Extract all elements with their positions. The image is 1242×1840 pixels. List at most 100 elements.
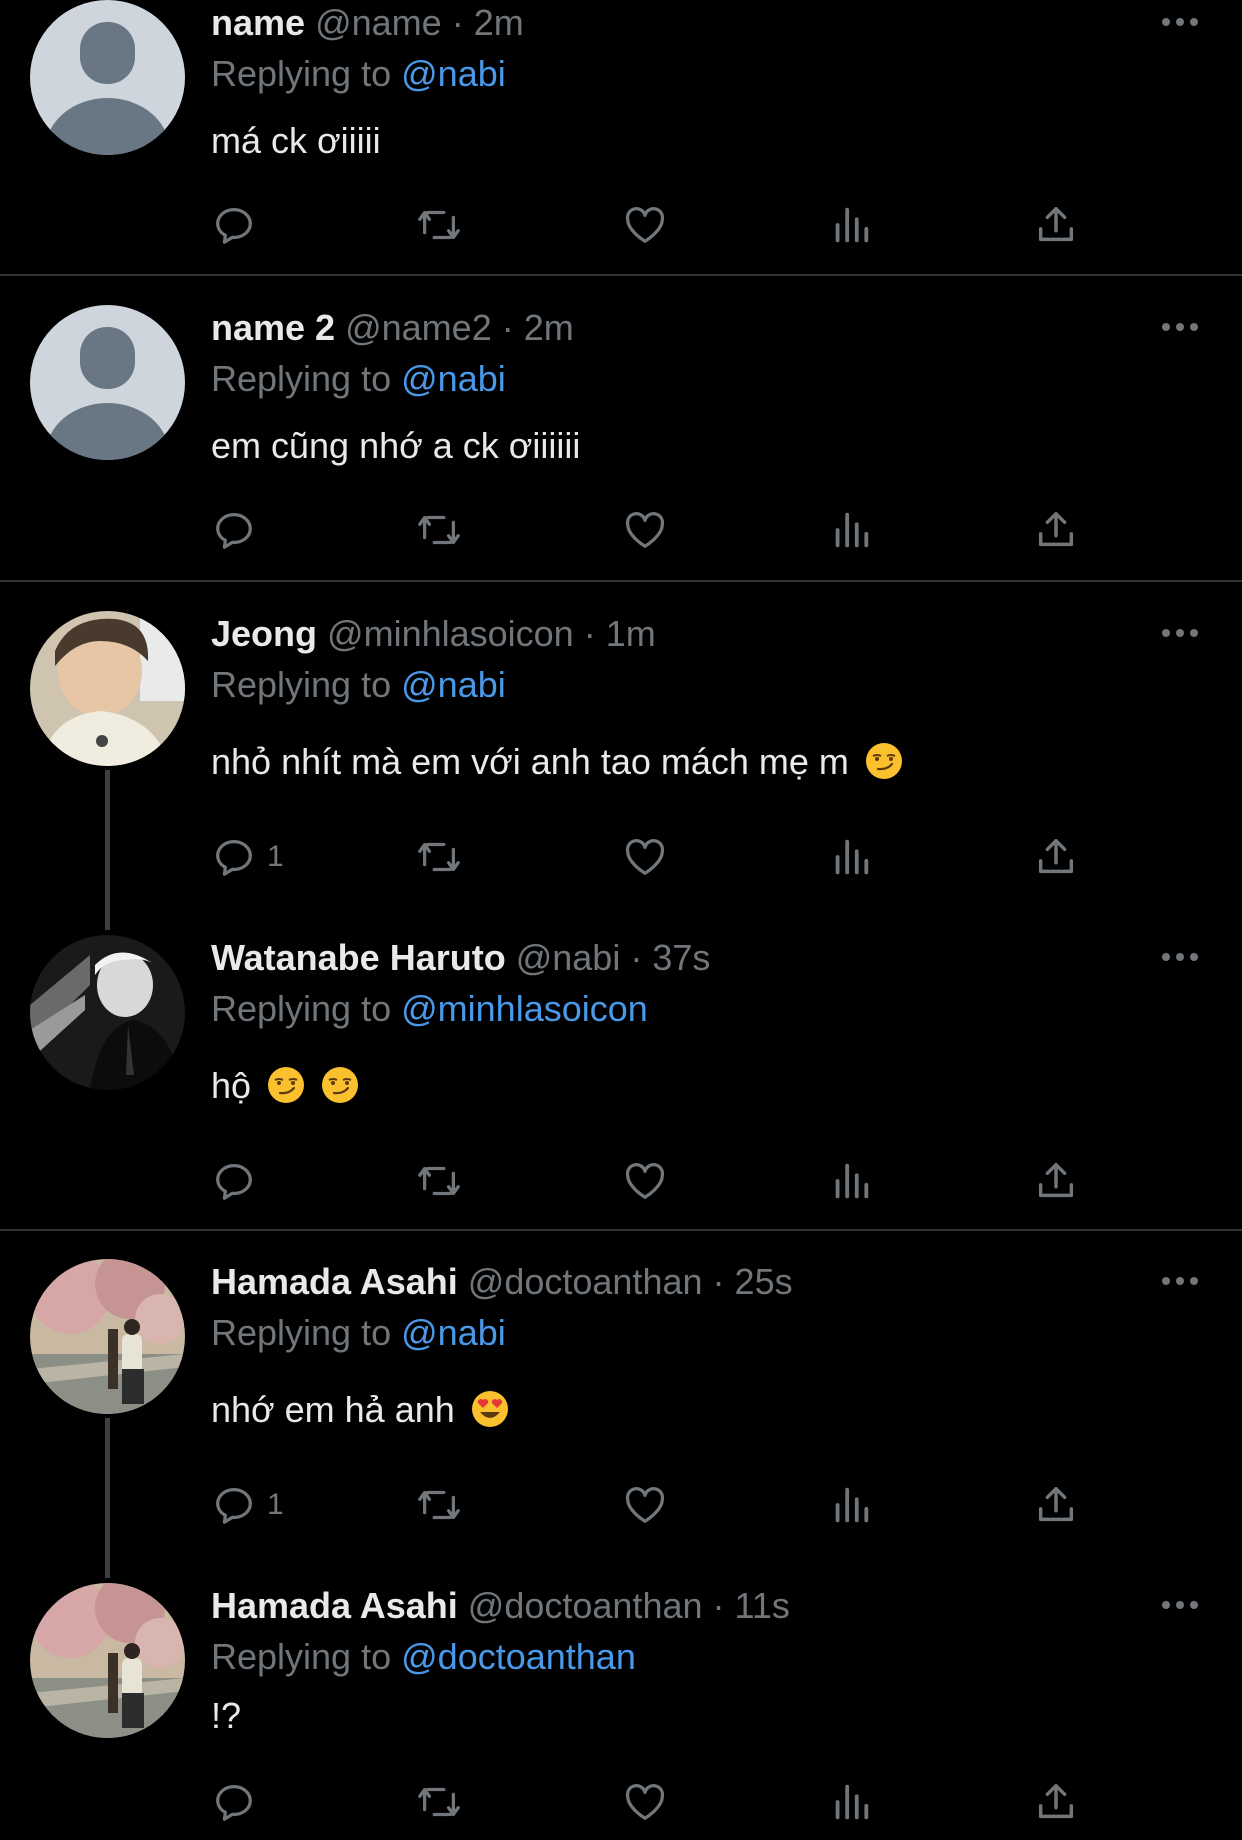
mention-link[interactable]: @nabi	[401, 358, 506, 399]
divider	[0, 580, 1242, 582]
display-name[interactable]: Jeong	[211, 613, 317, 654]
retweet-icon	[418, 842, 460, 872]
handle[interactable]: @name2	[345, 307, 492, 348]
retweet-button[interactable]	[416, 832, 462, 882]
like-button[interactable]	[622, 1777, 668, 1827]
share-button[interactable]	[1033, 1156, 1079, 1206]
retweet-button[interactable]	[416, 1480, 462, 1530]
retweet-button[interactable]	[416, 505, 462, 555]
tweet-text-content: nhớ em hả anh	[211, 1389, 455, 1430]
action-bar: 1	[211, 832, 1111, 882]
like-button[interactable]	[622, 1156, 668, 1206]
avatar[interactable]	[30, 1583, 185, 1738]
display-name[interactable]: Hamada Asahi	[211, 1585, 458, 1626]
more-icon[interactable]	[1160, 1599, 1200, 1611]
views-button[interactable]	[828, 1480, 874, 1530]
display-name[interactable]: Watanabe Haruto	[211, 937, 506, 978]
heart-eyes-emoji-icon	[471, 1391, 508, 1427]
share-button[interactable]	[1033, 200, 1079, 250]
display-name[interactable]: name 2	[211, 307, 335, 348]
tweet-text: nhớ em hả anh	[211, 1389, 509, 1431]
views-button[interactable]	[828, 505, 874, 555]
reply-icon	[216, 208, 252, 244]
separator: ·	[712, 1585, 725, 1626]
share-button[interactable]	[1033, 832, 1079, 882]
timestamp[interactable]: 11s	[735, 1585, 790, 1626]
tweet-text: nhỏ nhít mà em với anh tao mách mẹ m	[211, 741, 903, 783]
share-icon	[1038, 511, 1074, 547]
retweet-icon	[418, 1166, 460, 1196]
like-button[interactable]	[622, 505, 668, 555]
reply-button[interactable]: 1	[211, 1480, 284, 1530]
handle[interactable]: @minhlasoicon	[327, 613, 574, 654]
reply-button[interactable]	[211, 1777, 257, 1827]
retweet-button[interactable]	[416, 1156, 462, 1206]
handle[interactable]: @doctoanthan	[468, 1585, 703, 1626]
retweet-icon	[418, 1787, 460, 1817]
share-button[interactable]	[1033, 505, 1079, 555]
display-name[interactable]: name	[211, 2, 305, 43]
share-icon	[1038, 1162, 1074, 1198]
like-button[interactable]	[622, 200, 668, 250]
mention-link[interactable]: @minhlasoicon	[401, 988, 648, 1029]
user-photo	[30, 1583, 185, 1738]
more-icon[interactable]	[1160, 951, 1200, 963]
share-button[interactable]	[1033, 1777, 1079, 1827]
mention-link[interactable]: @doctoanthan	[401, 1636, 636, 1677]
action-bar: 1	[211, 1480, 1111, 1530]
separator: ·	[712, 1261, 725, 1302]
handle[interactable]: @nabi	[516, 937, 621, 978]
tweet-text-content: hộ	[211, 1065, 252, 1106]
avatar[interactable]	[30, 611, 185, 766]
handle[interactable]: @doctoanthan	[468, 1261, 703, 1302]
reply-button[interactable]: 1	[211, 832, 284, 882]
timestamp[interactable]: 2m	[474, 2, 524, 43]
more-icon[interactable]	[1160, 321, 1200, 333]
views-button[interactable]	[828, 832, 874, 882]
display-name[interactable]: Hamada Asahi	[211, 1261, 458, 1302]
timestamp[interactable]: 1m	[606, 613, 656, 654]
reply-count: 1	[267, 1488, 284, 1521]
mention-link[interactable]: @nabi	[401, 1312, 506, 1353]
views-button[interactable]	[828, 1777, 874, 1827]
share-button[interactable]	[1033, 1480, 1079, 1530]
mention-link[interactable]: @nabi	[401, 664, 506, 705]
divider	[0, 1229, 1242, 1231]
heart-icon	[625, 1487, 665, 1523]
reply-button[interactable]	[211, 505, 257, 555]
retweet-button[interactable]	[416, 1777, 462, 1827]
more-icon[interactable]	[1160, 627, 1200, 639]
timestamp[interactable]: 25s	[735, 1261, 793, 1302]
views-icon	[835, 512, 869, 548]
action-bar	[211, 1777, 1111, 1827]
views-button[interactable]	[828, 1156, 874, 1206]
avatar[interactable]	[30, 305, 185, 460]
timestamp[interactable]: 37s	[652, 937, 710, 978]
reply-count: 1	[267, 840, 284, 873]
tweet-text: má ck ơiiiii	[211, 120, 381, 162]
replying-label: Replying to	[211, 53, 392, 94]
reply-button[interactable]	[211, 200, 257, 250]
views-button[interactable]	[828, 200, 874, 250]
reply-button[interactable]	[211, 1156, 257, 1206]
share-icon	[1038, 1486, 1074, 1522]
tweet-header: Hamada Asahi @doctoanthan · 11s	[211, 1585, 790, 1627]
avatar[interactable]	[30, 0, 185, 155]
like-button[interactable]	[622, 832, 668, 882]
mention-link[interactable]: @nabi	[401, 53, 506, 94]
heart-icon	[625, 1163, 665, 1199]
more-icon[interactable]	[1160, 1275, 1200, 1287]
handle[interactable]: @name	[315, 2, 442, 43]
like-button[interactable]	[622, 1480, 668, 1530]
retweet-button[interactable]	[416, 200, 462, 250]
avatar[interactable]	[30, 1259, 185, 1414]
views-icon	[835, 1163, 869, 1199]
more-icon[interactable]	[1160, 16, 1200, 28]
views-icon	[835, 1784, 869, 1820]
separator: ·	[451, 2, 464, 43]
views-icon	[835, 1487, 869, 1523]
timestamp[interactable]: 2m	[524, 307, 574, 348]
separator: ·	[583, 613, 596, 654]
heart-icon	[625, 1784, 665, 1820]
avatar[interactable]	[30, 935, 185, 1090]
